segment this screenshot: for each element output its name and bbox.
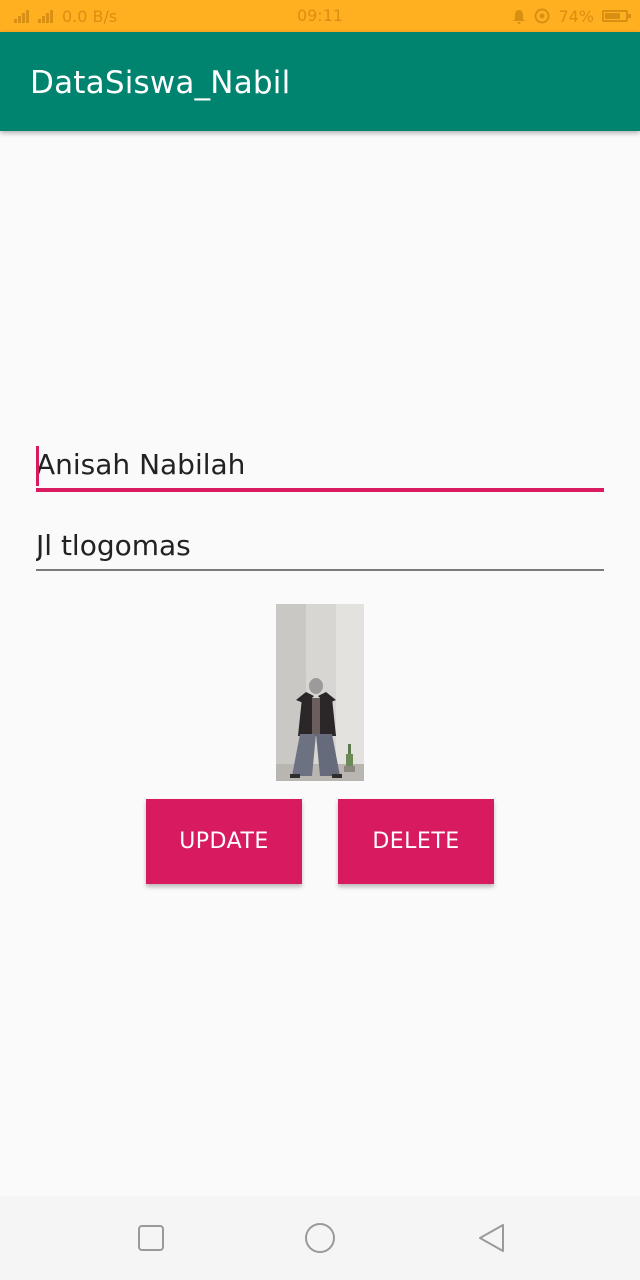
address-input[interactable] [36,526,604,566]
home-button[interactable] [304,1222,336,1254]
app-title: DataSiswa_Nabil [30,65,291,101]
battery-icon [602,10,631,22]
battery-percent: 74% [558,6,594,26]
home-icon [305,1223,335,1253]
name-field[interactable] [36,442,604,492]
back-button[interactable] [476,1222,508,1254]
bell-icon [512,9,526,24]
delete-button[interactable]: DELETE [338,799,494,884]
name-input[interactable] [36,445,604,485]
app-bar: DataSiswa_Nabil [0,32,640,131]
student-photo [276,604,364,781]
name-field-underline [36,488,604,492]
address-field-underline [36,569,604,571]
address-field[interactable] [36,523,604,571]
recent-apps-icon [138,1225,164,1251]
recent-apps-button[interactable] [135,1222,167,1254]
status-bar: 0.0 B/s 09:11 74% [0,0,640,32]
status-right: 74% [512,6,631,26]
back-icon [479,1224,504,1252]
text-cursor [36,446,39,486]
update-button[interactable]: UPDATE [146,799,302,884]
navigation-bar [0,1196,640,1280]
eye-icon [534,8,550,24]
